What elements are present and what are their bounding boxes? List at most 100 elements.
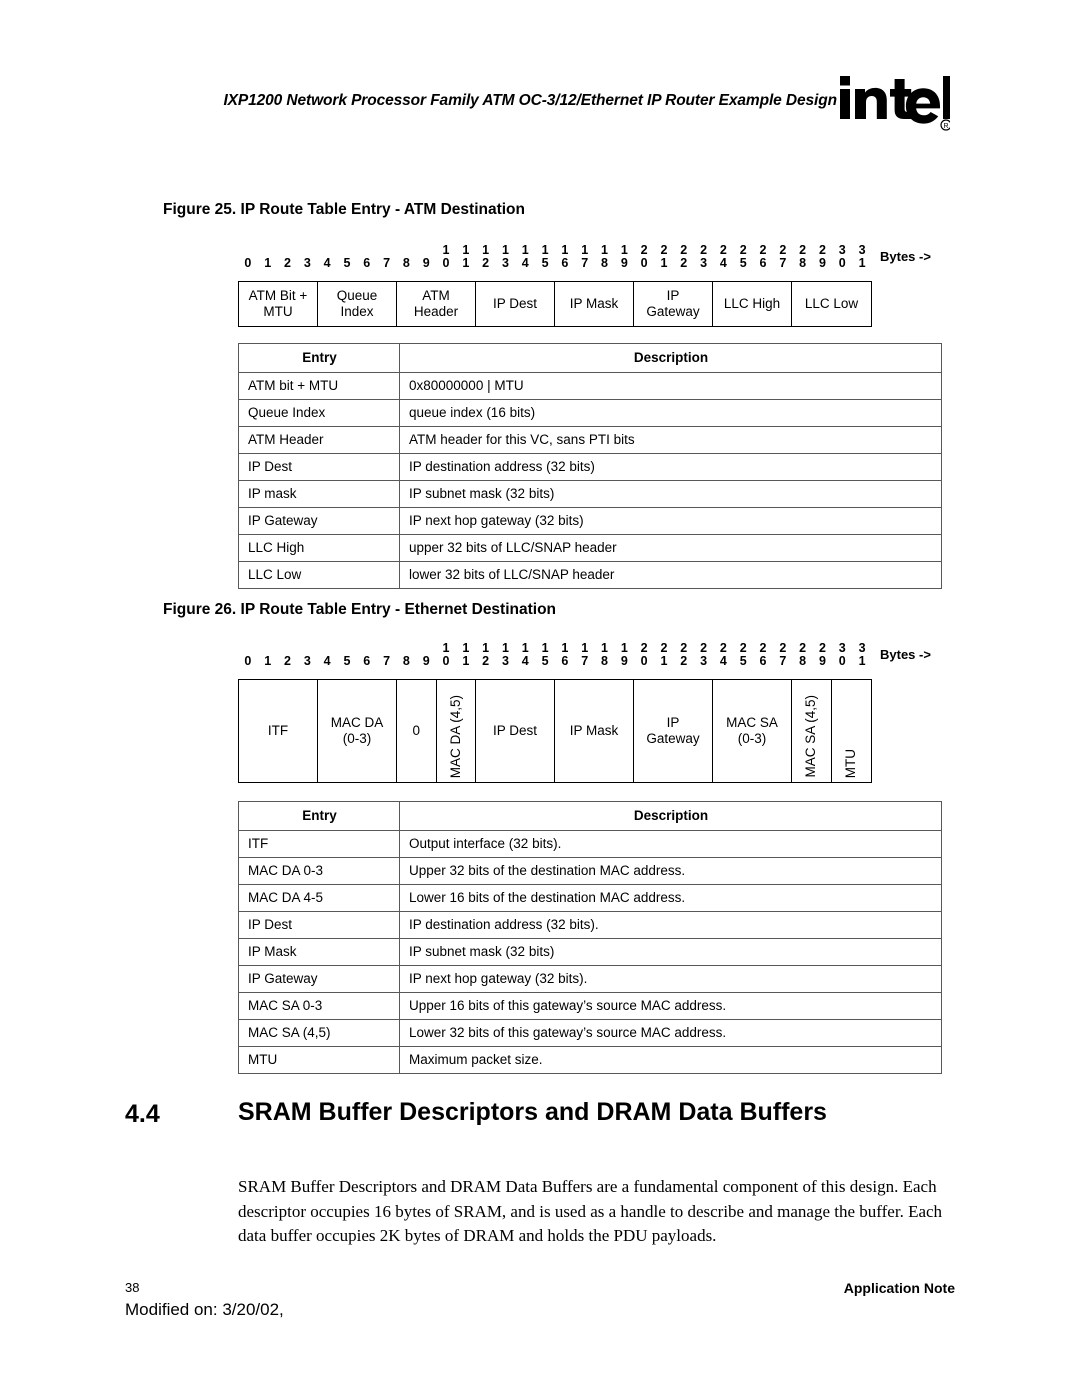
packet-field-label: MTU xyxy=(843,748,859,778)
page-footer: 38 Modified on: 3/20/02, Application Not… xyxy=(125,1280,955,1334)
bit-ruler-cell: 26 xyxy=(753,641,773,671)
column-header: Entry xyxy=(238,801,400,831)
description-cell: IP subnet mask (32 bits) xyxy=(399,480,942,508)
table-row: IP Gateway IP next hop gateway (32 bits). xyxy=(238,965,942,993)
entry-cell: MAC SA 0-3 xyxy=(238,992,400,1020)
packet-field-cell: ATM Header xyxy=(397,282,476,326)
bit-ruler-cell: 5 xyxy=(337,243,357,273)
bit-digit-high: 2 xyxy=(739,641,747,655)
bit-digit-high: 2 xyxy=(759,243,767,257)
bit-digit-low: 8 xyxy=(601,654,608,668)
bit-ruler-cell: 17 xyxy=(575,243,595,273)
bit-ruler-cell: 31 xyxy=(852,641,872,671)
bit-ruler-cell: 18 xyxy=(595,641,615,671)
bit-digit-low: 2 xyxy=(284,256,291,270)
bit-ruler-cell: 28 xyxy=(793,243,813,273)
packet-field-cell: ITF xyxy=(239,680,318,782)
bit-ruler-cell: 15 xyxy=(535,243,555,273)
bit-digit-low: 1 xyxy=(660,256,668,270)
bit-digit-high: 1 xyxy=(521,243,529,257)
table-row: MTU Maximum packet size. xyxy=(238,1046,942,1074)
bit-digit-low: 9 xyxy=(620,654,628,668)
entry-cell: IP Mask xyxy=(238,938,400,966)
footer-page-number: 38 xyxy=(125,1280,140,1295)
bit-digit-low: 1 xyxy=(858,654,866,668)
bit-digit-low: 1 xyxy=(462,256,470,270)
bit-digit-low: 5 xyxy=(343,256,351,270)
table-row: MAC SA (4,5) Lower 32 bits of this gatewa… xyxy=(238,1019,942,1047)
bit-digit-high: 3 xyxy=(858,243,866,257)
bit-digit-high: 1 xyxy=(462,641,470,655)
bit-digit-low: 3 xyxy=(501,256,509,270)
entry-cell: MAC DA 0-3 xyxy=(238,857,400,885)
packet-field-cell: IP Mask xyxy=(555,680,634,782)
bit-digit-low: 9 xyxy=(422,654,430,668)
bit-digit-low: 4 xyxy=(521,256,529,270)
bit-digit-low: 0 xyxy=(838,654,846,668)
section-number: 4.4 xyxy=(125,1100,160,1128)
bit-ruler-cell: 13 xyxy=(496,243,516,273)
figure-25-description-table: Entry Description ATM bit + MTU 0x80000000… xyxy=(238,343,942,589)
bit-ruler-cell: 22 xyxy=(674,641,694,671)
description-cell: queue index (16 bits) xyxy=(399,399,942,427)
bit-digit-low: 9 xyxy=(422,256,430,270)
bit-digit-low: 6 xyxy=(363,654,371,668)
entry-cell: IP Dest xyxy=(238,911,400,939)
bit-ruler-cell: 2 xyxy=(278,243,298,273)
packet-field-cell: 0 xyxy=(397,680,437,782)
packet-field-label: MAC SA (0-3) xyxy=(726,715,778,746)
bit-digit-low: 2 xyxy=(284,654,291,668)
bit-ruler-cell: 8 xyxy=(397,641,417,671)
bit-digit-low: 7 xyxy=(581,256,589,270)
bit-ruler-cell: 30 xyxy=(832,641,852,671)
bit-digit-high: 1 xyxy=(541,641,549,655)
bit-ruler-cell: 20 xyxy=(634,243,654,273)
bit-ruler-cell: 7 xyxy=(377,243,397,273)
bit-digit-low: 5 xyxy=(739,654,747,668)
packet-field-label: MAC DA (4,5) xyxy=(447,694,463,778)
figure-26-bit-ruler: 0123456789101112131415161718192021222324… xyxy=(238,641,872,671)
section-body-paragraph: SRAM Buffer Descriptors and DRAM Data Bu… xyxy=(238,1177,943,1245)
bit-digit-high: 2 xyxy=(779,243,787,257)
bit-digit-high: 2 xyxy=(779,641,787,655)
packet-field-cell: IP Dest xyxy=(476,680,555,782)
bit-ruler-cell: 24 xyxy=(714,641,734,671)
bit-digit-low: 1 xyxy=(462,654,470,668)
bit-digit-low: 3 xyxy=(303,654,311,668)
svg-text:R: R xyxy=(943,123,948,130)
packet-field-label: ATM Bit + MTU xyxy=(248,288,308,319)
footer-document-type: Application Note xyxy=(843,1280,955,1296)
bit-digit-high: 1 xyxy=(601,243,608,257)
bit-ruler-cell: 27 xyxy=(773,243,793,273)
bit-digit-high: 1 xyxy=(501,641,509,655)
bit-ruler-cell: 27 xyxy=(773,641,793,671)
table-row: MAC DA 4-5 Lower 16 bits of the destinati… xyxy=(238,884,942,912)
description-cell: IP next hop gateway (32 bits). xyxy=(399,965,942,993)
bit-digit-high: 1 xyxy=(581,641,589,655)
bit-ruler-cell: 0 xyxy=(238,641,258,671)
entry-cell: LLC Low xyxy=(238,561,400,589)
bit-ruler-cell: 30 xyxy=(832,243,852,273)
packet-field-label: IP Gateway xyxy=(646,715,700,746)
description-cell: IP next hop gateway (32 bits) xyxy=(399,507,942,535)
packet-field-label: IP Dest xyxy=(492,296,538,311)
table-row: MAC SA 0-3 Upper 16 bits of this gateway’… xyxy=(238,992,942,1020)
table-row: LLC Low lower 32 bits of LLC/SNAP header xyxy=(238,561,942,589)
figure-26-field-diagram: ITF MAC DA (0-3) 0 MAC DA (4,5) IP Dest IP Mas… xyxy=(238,679,872,783)
bit-digit-low: 7 xyxy=(779,256,787,270)
entry-cell: ATM bit + MTU xyxy=(238,372,400,400)
entry-cell: MAC DA 4-5 xyxy=(238,884,400,912)
bit-ruler-cell: 16 xyxy=(555,641,575,671)
bit-digit-high: 1 xyxy=(462,243,470,257)
bit-ruler-cell: 11 xyxy=(456,641,476,671)
bit-digit-low: 8 xyxy=(799,654,807,668)
bit-ruler-cell: 6 xyxy=(357,641,377,671)
packet-field-cell: MAC SA (0-3) xyxy=(713,680,792,782)
bit-ruler-cell: 7 xyxy=(377,641,397,671)
description-cell: Maximum packet size. xyxy=(399,1046,942,1074)
bit-digit-low: 0 xyxy=(442,256,450,270)
packet-field-label: MAC SA (4,5) xyxy=(803,695,819,778)
bit-ruler-cell: 12 xyxy=(476,243,496,273)
bit-digit-low: 7 xyxy=(383,654,391,668)
figure-26-bytes-label: Bytes -> xyxy=(880,647,931,662)
